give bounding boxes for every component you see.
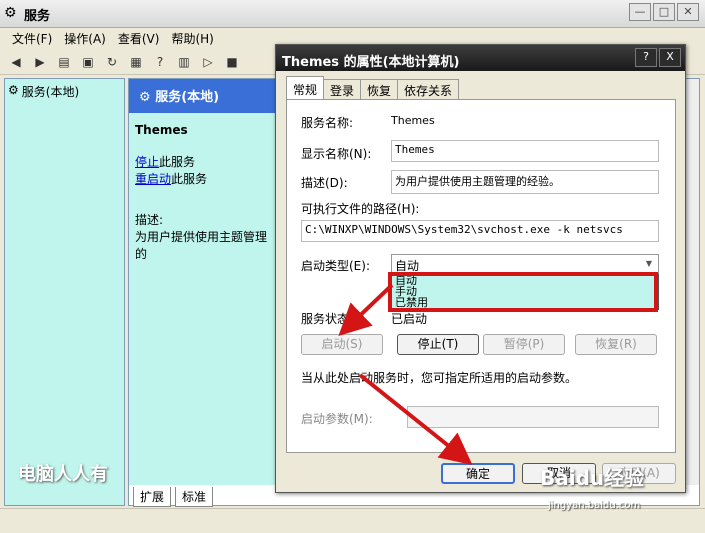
back-icon[interactable]: ◀ bbox=[6, 52, 26, 72]
start-button[interactable]: 启动(S) bbox=[301, 334, 383, 355]
service-name: Themes bbox=[135, 123, 188, 137]
gear-icon: ⚙ bbox=[4, 5, 17, 21]
tab-logon[interactable]: 登录 bbox=[323, 79, 362, 99]
start-params-label: 启动参数(M): bbox=[301, 412, 373, 426]
refresh-icon[interactable]: ↻ bbox=[102, 52, 122, 72]
properties-icon[interactable]: ▣ bbox=[78, 52, 98, 72]
dialog-title[interactable]: Themes 的属性(本地计算机) bbox=[276, 45, 685, 71]
menu-help[interactable]: 帮助(H) bbox=[167, 28, 217, 48]
dialog-close-button[interactable]: X bbox=[659, 48, 681, 67]
help-icon[interactable]: ? bbox=[150, 52, 170, 72]
ok-button[interactable]: 确定 bbox=[441, 463, 515, 484]
scrollbar[interactable] bbox=[685, 79, 699, 485]
list-icon[interactable]: ▥ bbox=[174, 52, 194, 72]
description-text: 为用户提供使用主题管理的 bbox=[135, 230, 268, 261]
console-tree-icon[interactable]: ▤ bbox=[54, 52, 74, 72]
display-name-label: 显示名称(N): bbox=[301, 147, 372, 161]
service-name-value: Themes bbox=[391, 114, 435, 127]
play-icon[interactable]: ▷ bbox=[198, 52, 218, 72]
service-name-label: 服务名称: bbox=[301, 116, 354, 130]
service-status-value: 已启动 bbox=[391, 312, 428, 326]
description-field[interactable]: 为用户提供使用主题管理的经验。 bbox=[391, 170, 659, 194]
minimize-button[interactable]: — bbox=[629, 3, 651, 21]
properties-dialog: Themes 的属性(本地计算机) ? X 常规 登录 恢复 依存关系 服务名称… bbox=[275, 44, 686, 493]
tree-node-services[interactable]: ⚙ 服务(本地) bbox=[8, 83, 79, 100]
baidu-logo: Baidu经验 bbox=[540, 466, 645, 490]
gear-icon: ⚙ bbox=[139, 90, 156, 105]
menu-action[interactable]: 操作(A) bbox=[60, 28, 110, 48]
description-label: 描述(D): bbox=[301, 176, 348, 190]
window-titlebar[interactable]: ⚙ 服务 — □ ✕ bbox=[0, 0, 705, 28]
start-params-field[interactable] bbox=[407, 406, 659, 428]
stop-link[interactable]: 停止 bbox=[135, 155, 159, 169]
exe-path-label: 可执行文件的路径(H): bbox=[301, 202, 420, 216]
restart-link[interactable]: 重启动 bbox=[135, 172, 171, 186]
hint-text: 当从此处启动服务时，您可指定所适用的启动参数。 bbox=[301, 371, 578, 385]
service-description-pane: Themes 停止此服务 重启动此服务 描述: 为用户提供使用主题管理的 bbox=[129, 113, 279, 485]
chevron-down-icon[interactable]: ▼ bbox=[641, 256, 657, 272]
resume-button[interactable]: 恢复(R) bbox=[575, 334, 657, 355]
console-tree: ⚙ 服务(本地) bbox=[4, 78, 125, 506]
description-label: 描述: bbox=[135, 213, 164, 227]
exe-path-field: C:\WINXP\WINDOWS\System32\svchost.exe -k… bbox=[301, 220, 659, 242]
service-status-label: 服务状态: bbox=[301, 312, 354, 326]
tab-extended[interactable]: 扩展 bbox=[133, 487, 172, 507]
content-header: ⚙ 服务(本地) bbox=[129, 79, 279, 113]
export-icon[interactable]: ▦ bbox=[126, 52, 146, 72]
pause-button[interactable]: 暂停(P) bbox=[483, 334, 565, 355]
services-window: ⚙ 服务 — □ ✕ 文件(F) 操作(A) 查看(V) 帮助(H) ◀ ▶ ▤… bbox=[0, 0, 705, 533]
watermark-text: 电脑人人有 bbox=[18, 464, 108, 485]
gear-icon: ⚙ bbox=[8, 83, 19, 97]
forward-icon[interactable]: ▶ bbox=[30, 52, 50, 72]
menu-view[interactable]: 查看(V) bbox=[114, 28, 164, 48]
tab-dependencies[interactable]: 依存关系 bbox=[397, 79, 460, 99]
stop-icon[interactable]: ■ bbox=[222, 52, 242, 72]
window-title: 服务 bbox=[24, 9, 51, 24]
tab-recovery[interactable]: 恢复 bbox=[360, 79, 399, 99]
dialog-help-button[interactable]: ? bbox=[635, 48, 657, 67]
status-bar bbox=[0, 508, 705, 533]
tab-general[interactable]: 常规 bbox=[286, 76, 325, 99]
tab-standard[interactable]: 标准 bbox=[175, 487, 214, 507]
startup-type-select[interactable]: 自动 ▼ bbox=[391, 254, 659, 274]
highlight-box bbox=[388, 272, 658, 312]
stop-button[interactable]: 停止(T) bbox=[397, 334, 479, 355]
menu-file[interactable]: 文件(F) bbox=[8, 28, 56, 48]
baidu-url: jingyan.baidu.com bbox=[548, 500, 641, 511]
maximize-button[interactable]: □ bbox=[653, 3, 675, 21]
startup-type-label: 启动类型(E): bbox=[301, 259, 370, 273]
close-button[interactable]: ✕ bbox=[677, 3, 699, 21]
display-name-field[interactable]: Themes bbox=[391, 140, 659, 162]
